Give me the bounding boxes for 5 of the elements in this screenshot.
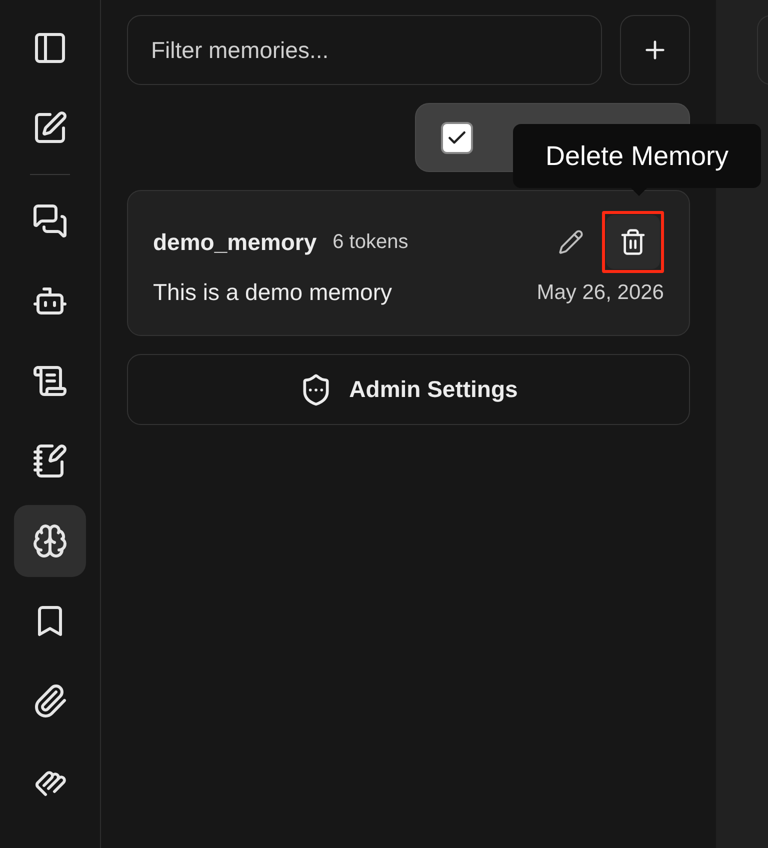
memory-text: This is a demo memory <box>153 278 392 307</box>
memory-date: May 26, 2026 <box>536 280 664 306</box>
tooltip-text: Delete Memory <box>545 140 729 172</box>
token-count: 6 tokens <box>332 230 408 255</box>
memory-name: demo_memory <box>153 228 317 257</box>
